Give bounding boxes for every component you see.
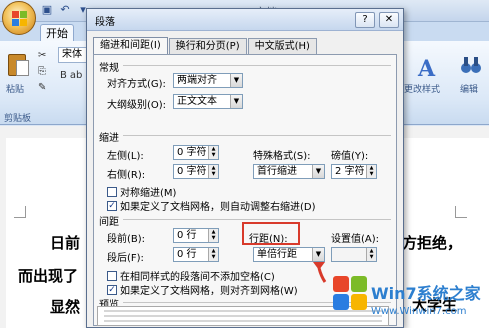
space-after-spinner[interactable]: 0 行 ▲ ▼ xyxy=(173,247,219,262)
checkbox-unchecked-icon[interactable] xyxy=(107,186,117,197)
clipboard-group-label: 剪贴板 xyxy=(4,114,32,124)
space-after-label: 段后(F): xyxy=(107,253,144,264)
doc-line-3-start: 显然 xyxy=(50,298,81,316)
special-format-value: 首行缩进 xyxy=(257,166,297,177)
help-button[interactable]: ? xyxy=(355,12,375,28)
by-value-label: 磅值(Y): xyxy=(331,151,369,162)
spinner-arrows-icon[interactable]: ▲ ▼ xyxy=(366,248,376,261)
binoculars-icon[interactable] xyxy=(460,54,482,76)
general-divider xyxy=(123,65,391,66)
spinner-arrows-icon[interactable]: ▲ ▼ xyxy=(366,165,376,178)
special-format-label: 特殊格式(S): xyxy=(253,151,311,162)
mirror-indents-checkbox[interactable]: 对称缩进(M) xyxy=(107,184,176,199)
office-logo-icon xyxy=(12,11,28,27)
watermark-brand: Win7系统之家 xyxy=(371,284,481,303)
space-after-value: 0 行 xyxy=(177,249,197,260)
margin-corner-left xyxy=(14,206,26,218)
clipboard-small-icons: ✂ ⎘ ✎ xyxy=(38,50,46,94)
checkbox-unchecked-icon[interactable] xyxy=(107,270,117,281)
office-button[interactable] xyxy=(2,1,36,35)
watermark: Win7系统之家 Www.Winwin7.com xyxy=(333,276,489,328)
watermark-url: Www.Winwin7.com xyxy=(371,306,467,317)
spinner-arrows-icon[interactable]: ▲ ▼ xyxy=(208,248,218,261)
space-before-spinner[interactable]: 0 行 ▲ ▼ xyxy=(173,228,219,243)
paste-icon[interactable] xyxy=(6,50,32,78)
change-style-icon[interactable]: A xyxy=(418,56,435,82)
mirror-indents-label: 对称缩进(M) xyxy=(120,188,177,199)
checkbox-checked-icon[interactable]: ✓ xyxy=(107,284,117,295)
outline-level-select[interactable]: 正文文本 ▼ xyxy=(173,94,243,109)
left-indent-value: 0 字符 xyxy=(177,147,207,158)
chevron-down-icon[interactable]: ▼ xyxy=(230,74,242,87)
save-icon[interactable]: ▣ xyxy=(40,3,54,17)
spinner-arrows-icon[interactable]: ▲ ▼ xyxy=(208,165,218,178)
auto-adjust-indent-checkbox[interactable]: ✓ 如果定义了文档网格，则自动调整右缩进(D) xyxy=(107,198,316,213)
indent-section-title: 缩进 xyxy=(99,133,119,144)
undo-icon[interactable]: ↶ xyxy=(58,3,72,17)
change-style-label[interactable]: 更改样式 xyxy=(404,82,440,95)
special-format-select[interactable]: 首行缩进 ▼ xyxy=(253,164,325,179)
dialog-title: 段落 xyxy=(95,17,115,28)
alignment-value: 两端对齐 xyxy=(177,75,217,86)
chevron-down-icon[interactable]: ▼ xyxy=(312,165,324,178)
indent-divider xyxy=(123,135,391,136)
at-value-spinner[interactable]: ▲ ▼ xyxy=(331,247,377,262)
paste-label[interactable]: 粘贴 xyxy=(6,82,24,95)
doc-line-1-end: 方拒绝， xyxy=(402,234,463,252)
right-indent-spinner[interactable]: 0 字符 ▲ ▼ xyxy=(173,164,219,179)
space-before-value: 0 行 xyxy=(177,230,197,241)
spinner-arrows-icon[interactable]: ▲ ▼ xyxy=(208,146,218,159)
spacing-section-title: 间距 xyxy=(99,217,119,228)
quick-access-toolbar: ▣ ↶ ▾ xyxy=(40,3,90,17)
spacing-divider xyxy=(123,219,391,220)
bold-icon[interactable]: B xyxy=(60,70,67,81)
close-button[interactable]: ✕ xyxy=(379,12,399,28)
tab-asian-typography[interactable]: 中文版式(H) xyxy=(247,38,317,55)
snap-to-grid-label: 如果定义了文档网格，则对齐到网格(W) xyxy=(120,286,298,297)
no-space-same-style-checkbox[interactable]: 在相同样式的段落间不添加空格(C) xyxy=(107,268,275,283)
at-value-label: 设置值(A): xyxy=(331,234,380,245)
space-before-label: 段前(B): xyxy=(107,234,146,245)
outline-level-value: 正文文本 xyxy=(177,96,217,107)
alignment-select[interactable]: 两端对齐 ▼ xyxy=(173,73,243,88)
outline-level-label: 大纲级别(O): xyxy=(107,100,167,111)
chevron-down-icon[interactable]: ▼ xyxy=(230,95,242,108)
dialog-tabs: 缩进和间距(I) 换行和分页(P) 中文版式(H) xyxy=(93,37,318,55)
left-indent-label: 左侧(L): xyxy=(107,151,144,162)
format-painter-icon[interactable]: ✎ xyxy=(38,82,46,94)
edit-label[interactable]: 编辑 xyxy=(460,82,478,95)
right-indent-value: 0 字符 xyxy=(177,166,207,177)
left-indent-spinner[interactable]: 0 字符 ▲ ▼ xyxy=(173,145,219,160)
tab-home[interactable]: 开始 xyxy=(40,24,74,42)
line-spacing-value: 单倍行距 xyxy=(257,249,297,260)
styles-edit-group: A 更改样式 编辑 xyxy=(400,44,489,122)
copy-icon[interactable]: ⎘ xyxy=(38,66,46,78)
alignment-label: 对齐方式(G): xyxy=(107,79,166,90)
auto-adjust-indent-label: 如果定义了文档网格，则自动调整右缩进(D) xyxy=(120,202,316,213)
tab-line-page-breaks[interactable]: 换行和分页(P) xyxy=(168,38,247,55)
line-spacing-highlight xyxy=(242,222,300,245)
red-arrow-icon xyxy=(313,262,327,283)
general-section-title: 常规 xyxy=(99,63,119,74)
tab-indent-spacing[interactable]: 缩进和间距(I) xyxy=(93,37,168,55)
windows-logo-icon xyxy=(333,276,369,312)
snap-to-grid-checkbox[interactable]: ✓ 如果定义了文档网格，则对齐到网格(W) xyxy=(107,282,298,297)
no-space-same-style-label: 在相同样式的段落间不添加空格(C) xyxy=(120,272,275,283)
dialog-titlebar[interactable]: 段落 ? ✕ xyxy=(87,9,403,31)
doc-line-1-start: 日前 xyxy=(50,234,81,252)
by-value-spinner[interactable]: 2 字符 ▲ ▼ xyxy=(331,164,377,179)
checkbox-checked-icon[interactable]: ✓ xyxy=(107,200,117,211)
cut-icon[interactable]: ✂ xyxy=(38,50,46,62)
by-value: 2 字符 xyxy=(335,166,365,177)
right-indent-label: 右侧(R): xyxy=(107,170,146,181)
spinner-arrows-icon[interactable]: ▲ ▼ xyxy=(208,229,218,242)
highlight-icon[interactable]: ab xyxy=(70,70,82,81)
margin-corner-right xyxy=(455,206,467,218)
format-row: B ab xyxy=(60,70,82,81)
doc-line-2-start: 而出现了 xyxy=(18,267,79,285)
